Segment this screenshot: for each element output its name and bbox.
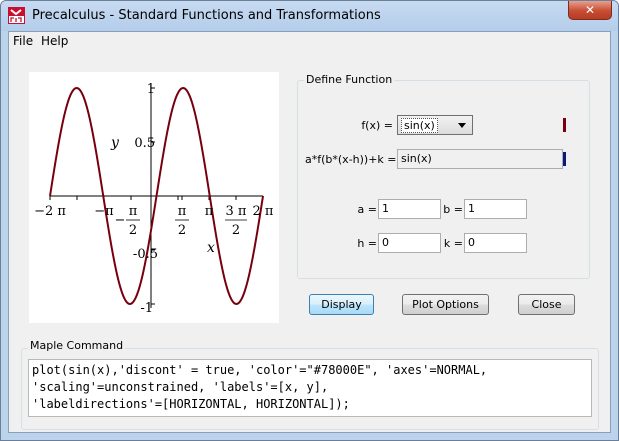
y-tick-label-0.5: 0.5 bbox=[134, 136, 155, 151]
x-axis-label: x bbox=[207, 240, 215, 256]
x-tick-label-negpi2-den: 2 bbox=[129, 223, 137, 238]
maple-command-title: Maple Command bbox=[28, 339, 126, 352]
a-input[interactable]: 1 bbox=[378, 199, 441, 219]
x-tick-label-pi: π bbox=[205, 204, 214, 219]
transform-field: sin(x) bbox=[397, 149, 563, 169]
transform-label: a*f(b*(x-h))+k = bbox=[305, 153, 397, 166]
define-function-title: Define Function bbox=[304, 73, 395, 86]
title-bar[interactable]: Precalculus - Standard Functions and Tra… bbox=[1, 1, 618, 31]
x-tick-label-pi2-den: 2 bbox=[178, 223, 186, 238]
command-line: 'labeldirections'=[HORIZONTAL, HORIZONTA… bbox=[32, 397, 350, 411]
x-tick-label-2pi: 2 π bbox=[253, 204, 274, 219]
h-label: h = bbox=[357, 237, 377, 250]
x-tick-label-negpi: −π bbox=[94, 204, 114, 219]
maple-command-textarea[interactable]: plot(sin(x),'discont' = true, 'color'="#… bbox=[28, 359, 592, 417]
menu-file[interactable]: File bbox=[13, 34, 33, 48]
window-title: Precalculus - Standard Functions and Tra… bbox=[32, 8, 381, 23]
x-tick-label-3pi2-num: 3 π bbox=[226, 204, 247, 219]
k-input[interactable]: 0 bbox=[464, 233, 527, 253]
menu-bar: File Help bbox=[9, 32, 610, 51]
b-label: b = bbox=[443, 203, 463, 216]
x-tick-label-neg2pi: −2 π bbox=[34, 204, 66, 219]
fx-selected-value: sin(x) bbox=[401, 118, 438, 133]
transform-color-marker bbox=[563, 152, 566, 166]
function-plot[interactable]: y x 1 0.5 -0.5 -1 −2 π −π − π 2 π 2 π 3 … bbox=[29, 72, 279, 323]
y-tick-label-1: 1 bbox=[147, 82, 155, 97]
menu-help[interactable]: Help bbox=[41, 34, 68, 48]
x-tick-label-negpi2-num: π bbox=[129, 204, 138, 219]
close-button[interactable]: Close bbox=[518, 294, 575, 315]
k-label: k = bbox=[443, 237, 463, 250]
a-label: a = bbox=[357, 203, 377, 216]
h-input[interactable]: 0 bbox=[378, 233, 441, 253]
command-line: plot(sin(x),'discont' = true, 'color'="#… bbox=[32, 363, 488, 377]
y-tick-label-neg0.5: -0.5 bbox=[133, 247, 158, 262]
window-close-button[interactable]: ✕ bbox=[568, 1, 612, 20]
command-line: 'scaling'=unconstrained, 'labels'=[x, y]… bbox=[32, 380, 329, 394]
b-input[interactable]: 1 bbox=[464, 199, 527, 219]
fx-label: f(x) = bbox=[361, 119, 393, 132]
maple-app-icon bbox=[8, 7, 25, 24]
plot-options-button[interactable]: Plot Options bbox=[402, 294, 489, 315]
fx-select[interactable]: sin(x) bbox=[397, 115, 473, 135]
display-button[interactable]: Display bbox=[309, 294, 374, 315]
client-area: File Help y x 1 0.5 -0.5 -1 −2 π −π − π … bbox=[8, 31, 611, 433]
fx-color-marker bbox=[563, 118, 566, 132]
x-tick-label-pi2-num: π bbox=[178, 204, 187, 219]
application-window: Precalculus - Standard Functions and Tra… bbox=[0, 0, 619, 441]
y-axis-label: y bbox=[110, 135, 120, 151]
x-tick-label-3pi2-den: 2 bbox=[232, 223, 240, 238]
x-tick-minus: − bbox=[115, 213, 126, 228]
chevron-down-icon bbox=[458, 123, 466, 128]
y-tick-label-neg1: -1 bbox=[140, 301, 153, 316]
